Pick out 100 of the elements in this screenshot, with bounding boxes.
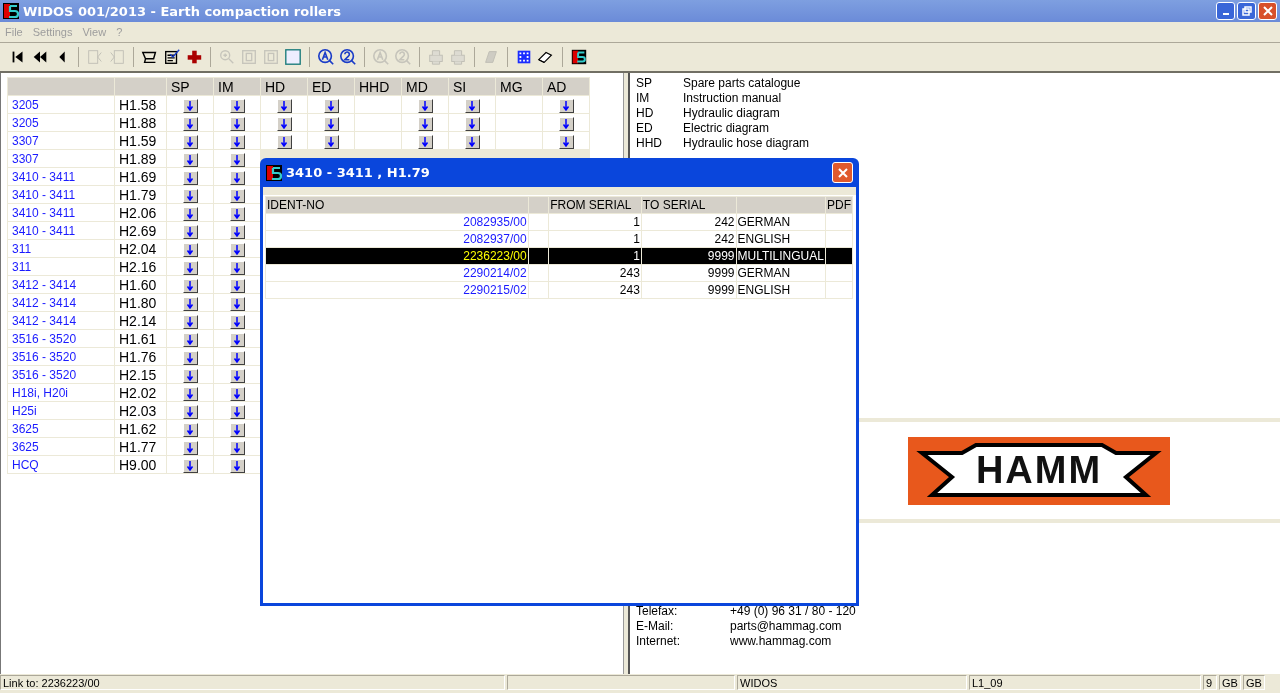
download-button[interactable] (229, 170, 245, 185)
document-row[interactable]: 2290215/02 243 9999 ENGLISH (266, 282, 852, 298)
download-button[interactable] (229, 224, 245, 239)
machine-link[interactable]: HCQ (8, 456, 114, 473)
download-button[interactable] (182, 440, 198, 455)
download-button[interactable] (229, 188, 245, 203)
download-button[interactable] (464, 98, 480, 113)
table-cell: 243 (549, 265, 641, 281)
machine-link[interactable]: 3205 (8, 96, 114, 113)
ident-link[interactable]: 2082935/00 (266, 214, 528, 230)
restore-button[interactable] (1237, 2, 1256, 20)
ident-link[interactable]: 2290214/02 (266, 265, 528, 281)
machine-link[interactable]: 3516 - 3520 (8, 366, 114, 383)
status-text: GB (1219, 675, 1241, 690)
close-button[interactable] (1258, 2, 1277, 20)
download-button[interactable] (276, 98, 292, 113)
download-button[interactable] (229, 134, 245, 149)
minimize-button[interactable] (1216, 2, 1235, 20)
download-button[interactable] (558, 98, 574, 113)
download-button[interactable] (464, 134, 480, 149)
download-button[interactable] (229, 206, 245, 221)
find-2-icon (394, 48, 412, 66)
machine-link[interactable]: 3625 (8, 420, 114, 437)
download-button[interactable] (417, 134, 433, 149)
download-button[interactable] (417, 98, 433, 113)
download-button[interactable] (182, 404, 198, 419)
download-button[interactable] (229, 98, 245, 113)
ident-link[interactable]: 2082937/00 (266, 231, 528, 247)
document-row[interactable]: 2082937/00 1 242 ENGLISH (266, 231, 852, 247)
download-button[interactable] (182, 224, 198, 239)
download-button[interactable] (417, 116, 433, 131)
download-button[interactable] (229, 458, 245, 473)
machine-link[interactable]: 3412 - 3414 (8, 312, 114, 329)
download-button[interactable] (182, 260, 198, 275)
download-button[interactable] (323, 134, 339, 149)
download-button[interactable] (182, 206, 198, 221)
download-button[interactable] (229, 404, 245, 419)
machine-link[interactable]: 3205 (8, 114, 114, 131)
document-row[interactable]: 2236223/00 1 9999 MULTILINGUAL (266, 248, 852, 264)
legend-text: Hydraulic diagram (683, 106, 780, 121)
download-button[interactable] (229, 440, 245, 455)
machine-link[interactable]: 3410 - 3411 (8, 186, 114, 203)
download-button[interactable] (229, 350, 245, 365)
download-button[interactable] (464, 116, 480, 131)
download-button[interactable] (182, 350, 198, 365)
machine-link[interactable]: 3516 - 3520 (8, 330, 114, 347)
machine-link[interactable]: 311 (8, 240, 114, 257)
machine-link[interactable]: 3307 (8, 132, 114, 149)
download-button[interactable] (558, 116, 574, 131)
download-button[interactable] (182, 278, 198, 293)
toolbar-button[interactable] (316, 46, 336, 68)
machine-link[interactable]: H18i, H20i (8, 384, 114, 401)
machine-link[interactable]: 3625 (8, 438, 114, 455)
download-button[interactable] (323, 116, 339, 131)
download-button[interactable] (323, 98, 339, 113)
download-button[interactable] (182, 386, 198, 401)
download-button[interactable] (182, 368, 198, 383)
download-button[interactable] (229, 314, 245, 329)
download-button[interactable] (229, 386, 245, 401)
download-button[interactable] (182, 116, 198, 131)
machine-link[interactable]: 3410 - 3411 (8, 204, 114, 221)
document-row[interactable]: 2082935/00 1 242 GERMAN (266, 214, 852, 230)
download-button[interactable] (182, 242, 198, 257)
download-button[interactable] (229, 368, 245, 383)
download-button[interactable] (229, 260, 245, 275)
machine-link[interactable]: H25i (8, 402, 114, 419)
toolbar-button[interactable] (338, 46, 358, 68)
document-row[interactable]: 2290214/02 243 9999 GERMAN (266, 265, 852, 281)
machine-link[interactable]: 311 (8, 258, 114, 275)
download-button[interactable] (229, 116, 245, 131)
download-button[interactable] (558, 134, 574, 149)
download-button[interactable] (276, 116, 292, 131)
download-button[interactable] (182, 152, 198, 167)
download-button[interactable] (276, 134, 292, 149)
arrow-down-icon (186, 388, 194, 399)
machine-link[interactable]: 3410 - 3411 (8, 222, 114, 239)
download-button[interactable] (182, 98, 198, 113)
ident-link[interactable]: 2290215/02 (266, 282, 528, 298)
download-button[interactable] (229, 242, 245, 257)
machine-link[interactable]: 3307 (8, 150, 114, 167)
download-button[interactable] (182, 458, 198, 473)
download-button[interactable] (182, 332, 198, 347)
download-button[interactable] (229, 422, 245, 437)
download-button[interactable] (229, 278, 245, 293)
machine-link[interactable]: 3516 - 3520 (8, 348, 114, 365)
download-button[interactable] (182, 134, 198, 149)
download-button[interactable] (229, 332, 245, 347)
ident-link[interactable]: 2236223/00 (266, 248, 528, 264)
download-button[interactable] (182, 188, 198, 203)
download-button[interactable] (182, 296, 198, 311)
download-button[interactable] (182, 170, 198, 185)
download-button[interactable] (182, 314, 198, 329)
machine-link[interactable]: 3412 - 3414 (8, 276, 114, 293)
download-button[interactable] (229, 152, 245, 167)
close-button[interactable] (832, 162, 853, 183)
machine-link[interactable]: 3412 - 3414 (8, 294, 114, 311)
download-button[interactable] (182, 422, 198, 437)
column-header: MD (402, 78, 448, 95)
download-button[interactable] (229, 296, 245, 311)
machine-link[interactable]: 3410 - 3411 (8, 168, 114, 185)
